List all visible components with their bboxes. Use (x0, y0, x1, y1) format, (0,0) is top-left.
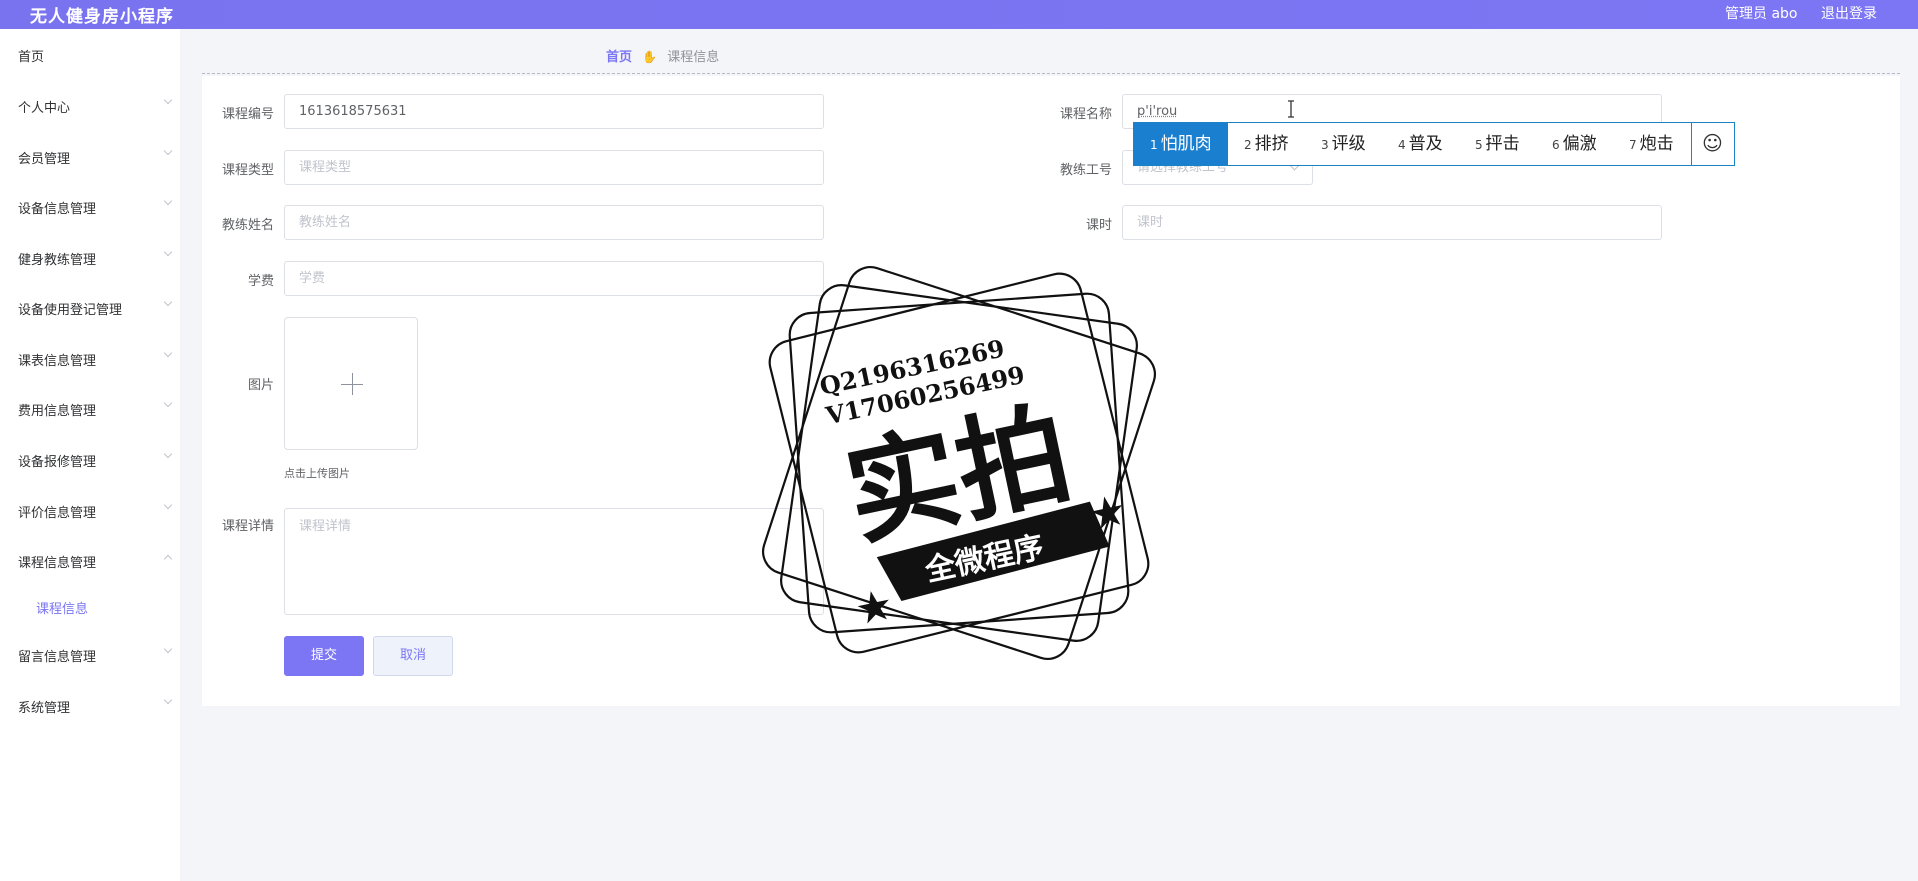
sidebar-item-repairs[interactable]: 设备报修管理 (0, 445, 180, 475)
text-cursor-icon (1288, 100, 1294, 118)
candidate-number: 6 (1552, 138, 1560, 152)
hours-input[interactable]: 课时 (1122, 205, 1662, 240)
sidebar-item-coaches[interactable]: 健身教练管理 (0, 243, 180, 273)
submit-button[interactable]: 提交 (284, 636, 364, 676)
sidebar-item-messages[interactable]: 留言信息管理 (0, 640, 180, 670)
course-type-input[interactable]: 课程类型 (284, 150, 824, 185)
sidebar-item-label: 课表信息管理 (18, 354, 97, 369)
breadcrumb-home[interactable]: 首页 (606, 50, 632, 65)
candidate-number: 1 (1150, 138, 1158, 152)
emoji-icon[interactable]: ☺ (1702, 131, 1723, 155)
chevron-down-icon (163, 348, 173, 358)
ime-candidate-6[interactable]: 6 偏激 (1552, 123, 1597, 165)
course-detail-textarea[interactable]: 课程详情 (284, 508, 824, 615)
logout-link[interactable]: 退出登录 (1821, 3, 1877, 23)
sidebar-item-label: 设备使用登记管理 (18, 303, 123, 318)
candidate-text: 偏激 (1562, 134, 1597, 154)
chevron-down-icon (163, 449, 173, 459)
coach-id-label: 教练工号 (1059, 163, 1112, 178)
candidate-text: 排挤 (1254, 134, 1289, 154)
sidebar-item-label: 会员管理 (18, 152, 71, 167)
chevron-down-icon (163, 398, 173, 408)
star-icon (857, 591, 889, 624)
sidebar: 首页 个人中心 会员管理 设备信息管理 健身教练管理 设备使用登记管理 课表信息… (0, 29, 180, 881)
chevron-down-icon (163, 146, 173, 156)
watermark-stamp: Q2196316269 V17060256499 实拍 全微程序 (762, 266, 1156, 660)
ime-candidate-7[interactable]: 7 炮击 (1629, 123, 1674, 165)
sidebar-item-label: 留言信息管理 (18, 650, 97, 665)
sidebar-item-label: 评价信息管理 (18, 506, 97, 521)
sidebar-item-equipment[interactable]: 设备信息管理 (0, 192, 180, 222)
breadcrumb-current: 课程信息 (667, 50, 720, 65)
sidebar-item-label: 课程信息 (36, 602, 89, 617)
course-no-label: 课程编号 (221, 107, 274, 122)
coach-name-label: 教练姓名 (221, 218, 274, 233)
sidebar-item-label: 个人中心 (18, 101, 71, 116)
detail-label: 课程详情 (221, 519, 274, 534)
admin-username: 管理员 abo (1725, 6, 1798, 22)
ime-candidate-3[interactable]: 3 评级 (1321, 123, 1366, 165)
sidebar-item-fees[interactable]: 费用信息管理 (0, 394, 180, 424)
cancel-button[interactable]: 取消 (373, 636, 453, 676)
candidate-text: 评级 (1331, 134, 1366, 154)
ime-candidate-4[interactable]: 4 普及 (1398, 123, 1443, 165)
sidebar-item-label: 费用信息管理 (18, 404, 97, 419)
candidate-number: 2 (1244, 138, 1252, 152)
course-type-label: 课程类型 (221, 163, 274, 178)
ime-candidate-bar: 1 怕肌肉 2 排挤 3 评级 4 普及 5 抨击 6 偏激 7 炮击 ☺ (1133, 122, 1735, 166)
hours-label: 课时 (1085, 218, 1112, 233)
chevron-down-icon (163, 196, 173, 206)
course-no-input[interactable]: 1613618575631 (284, 94, 824, 129)
candidate-number: 5 (1475, 138, 1483, 152)
chevron-down-icon (163, 695, 173, 705)
candidate-text: 炮击 (1639, 134, 1674, 154)
ime-candidate-2[interactable]: 2 排挤 (1244, 123, 1289, 165)
sidebar-item-label: 设备报修管理 (18, 455, 97, 470)
sidebar-item-equipment-usage[interactable]: 设备使用登记管理 (0, 293, 180, 323)
sidebar-item-home[interactable]: 首页 (0, 40, 180, 70)
chevron-down-icon (163, 247, 173, 257)
chevron-down-icon (163, 95, 173, 105)
candidate-number: 7 (1629, 138, 1637, 152)
sidebar-item-courses[interactable]: 课程信息管理 (0, 546, 180, 576)
breadcrumb: 首页 ✋ 课程信息 (606, 46, 719, 65)
fee-label: 学费 (247, 274, 274, 289)
coach-name-input[interactable]: 教练姓名 (284, 205, 824, 240)
sidebar-item-label: 系统管理 (18, 701, 71, 716)
sidebar-item-label: 设备信息管理 (18, 202, 97, 217)
hand-icon: ✋ (642, 50, 658, 64)
candidate-number: 3 (1321, 138, 1329, 152)
chevron-down-icon (163, 297, 173, 307)
sidebar-item-system[interactable]: 系统管理 (0, 691, 180, 721)
sidebar-item-reviews[interactable]: 评价信息管理 (0, 496, 180, 526)
ime-separator (1691, 123, 1692, 165)
course-name-label: 课程名称 (1059, 107, 1112, 122)
ime-candidate-1[interactable]: 1 怕肌肉 (1134, 123, 1228, 165)
sidebar-subitem-course-info[interactable]: 课程信息 (0, 592, 180, 622)
ime-candidate-5[interactable]: 5 抨击 (1475, 123, 1520, 165)
image-upload-button[interactable] (284, 317, 418, 450)
app-title: 无人健身房小程序 (30, 7, 174, 27)
candidate-number: 4 (1398, 138, 1406, 152)
image-label: 图片 (247, 378, 274, 393)
candidate-text: 抨击 (1485, 134, 1520, 154)
chevron-up-icon (163, 554, 173, 564)
upload-hint: 点击上传图片 (284, 467, 350, 480)
top-header: 无人健身房小程序 管理员 abo 退出登录 (0, 0, 1918, 29)
chevron-down-icon (163, 644, 173, 654)
fee-input[interactable]: 学费 (284, 261, 824, 296)
candidate-text: 怕肌肉 (1160, 134, 1212, 154)
chevron-down-icon (163, 500, 173, 510)
sidebar-item-label: 健身教练管理 (18, 253, 97, 268)
dashed-divider (202, 73, 1900, 74)
sidebar-item-label: 首页 (18, 50, 45, 65)
plus-icon-vertical (352, 373, 353, 395)
sidebar-item-members[interactable]: 会员管理 (0, 142, 180, 172)
sidebar-item-label: 课程信息管理 (18, 556, 97, 571)
sidebar-item-personal-center[interactable]: 个人中心 (0, 91, 180, 121)
candidate-text: 普及 (1408, 134, 1443, 154)
sidebar-item-schedule[interactable]: 课表信息管理 (0, 344, 180, 374)
